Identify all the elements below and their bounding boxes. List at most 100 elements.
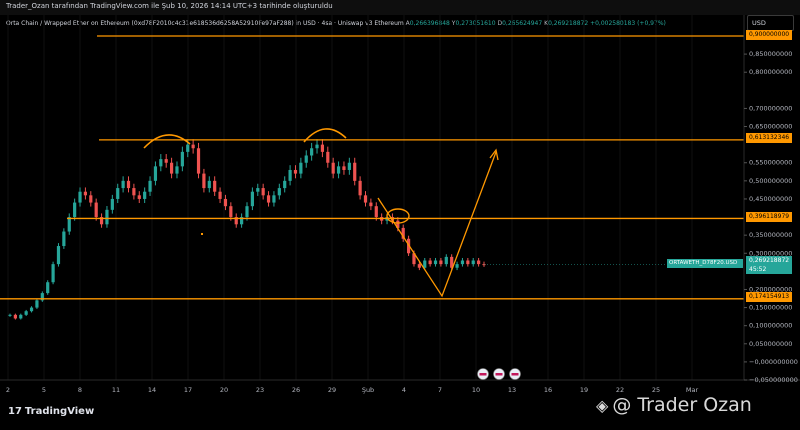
event-markers[interactable] bbox=[477, 368, 521, 380]
time-label: 26 bbox=[292, 386, 300, 394]
candle-body bbox=[83, 191, 88, 196]
projection-path bbox=[377, 151, 497, 298]
time-axis[interactable]: 2 5 8 11 14 17 20 23 26 29 Şub 4 7 10 13 16 19 22 25 Mar bbox=[6, 386, 699, 394]
candle-body bbox=[202, 173, 206, 189]
marker-dot bbox=[201, 233, 203, 235]
candle-body bbox=[245, 206, 249, 218]
time-label: 11 bbox=[112, 386, 120, 394]
level-tag-support: 0,174154913 bbox=[746, 292, 792, 302]
event-flag-icon bbox=[511, 373, 519, 376]
candle-body bbox=[433, 260, 438, 265]
candle-body bbox=[272, 195, 276, 203]
candle-body bbox=[126, 180, 131, 189]
time-label: 4 bbox=[402, 386, 406, 394]
watermark-text: @ Trader Ozan bbox=[612, 394, 752, 416]
candle-body bbox=[46, 282, 50, 294]
level-tag-top: 0,900000000 bbox=[746, 30, 792, 40]
candle-body bbox=[315, 144, 319, 149]
candle-body bbox=[24, 311, 28, 315]
price-label: 0,150000000 bbox=[749, 304, 792, 312]
symbol-price-tag: ORTAWETH_D78F20.USD bbox=[667, 259, 743, 268]
level-tag-middle: 0,396118979 bbox=[746, 212, 792, 222]
candle-body bbox=[229, 206, 233, 218]
candle-body bbox=[331, 162, 335, 174]
candle-body bbox=[8, 314, 12, 316]
candle-body bbox=[143, 191, 147, 199]
candle-body bbox=[73, 202, 77, 218]
candle-body bbox=[347, 162, 351, 170]
candle-body bbox=[250, 191, 254, 207]
price-label: 0,800000000 bbox=[749, 68, 792, 76]
candle-body bbox=[277, 188, 281, 196]
candle-body bbox=[35, 300, 39, 308]
candle-body bbox=[78, 191, 82, 203]
candle-body bbox=[261, 188, 265, 196]
candle-body bbox=[455, 264, 459, 268]
current-price-tag: 0,269218872 45:52 bbox=[746, 256, 792, 274]
drawings-layer[interactable] bbox=[0, 35, 744, 300]
candle-body bbox=[336, 166, 341, 174]
tradingview-logo[interactable]: 17 TradingView bbox=[8, 406, 94, 417]
price-chart[interactable]: 0,850000000 0,800000000 0,700000000 0,65000… bbox=[0, 0, 800, 430]
candle-body bbox=[417, 264, 421, 268]
candle-body bbox=[218, 191, 222, 199]
candle-body bbox=[207, 180, 211, 189]
candle-body bbox=[477, 260, 481, 265]
candle-body bbox=[196, 148, 201, 174]
candle-body bbox=[266, 195, 271, 203]
level-tag-resistance: 0,613132346 bbox=[746, 133, 792, 143]
time-label: 2 bbox=[6, 386, 10, 394]
current-price: 0,269218872 bbox=[749, 257, 790, 264]
price-label: 0,500000000 bbox=[749, 177, 792, 185]
price-label: 0,050000000 bbox=[749, 340, 792, 348]
candle-body bbox=[94, 202, 98, 218]
candle-body bbox=[283, 180, 287, 189]
tradingview-logo-text: TradingView bbox=[24, 406, 95, 417]
binance-logo-icon: ◈ bbox=[596, 396, 609, 415]
time-label: 13 bbox=[508, 386, 516, 394]
author-watermark: ◈ @ Trader Ozan bbox=[596, 394, 752, 416]
candle-body bbox=[299, 162, 303, 174]
candle-body bbox=[29, 307, 34, 312]
candle-body bbox=[137, 195, 141, 199]
candle-body bbox=[121, 180, 125, 189]
candle-body bbox=[62, 231, 66, 247]
candle-body bbox=[19, 314, 23, 319]
time-label: Şub bbox=[362, 386, 374, 394]
candle-body bbox=[56, 246, 61, 265]
candle-body bbox=[153, 166, 158, 181]
price-label: −0,000000000 bbox=[749, 358, 798, 366]
candle-body bbox=[51, 264, 55, 283]
candle-body bbox=[423, 260, 427, 268]
time-label: 14 bbox=[148, 386, 156, 394]
candle-body bbox=[256, 188, 260, 192]
time-label: 29 bbox=[328, 386, 336, 394]
candle-body bbox=[358, 180, 362, 196]
time-label: 17 bbox=[184, 386, 192, 394]
price-label: 0,850000000 bbox=[749, 50, 792, 58]
chart-grid bbox=[7, 15, 693, 380]
candle-body bbox=[13, 314, 17, 319]
price-label: 0,650000000 bbox=[749, 123, 792, 131]
time-label: 19 bbox=[580, 386, 588, 394]
time-label: 22 bbox=[616, 386, 624, 394]
candle-body bbox=[363, 195, 368, 203]
candle-body bbox=[304, 155, 308, 163]
time-label: 16 bbox=[544, 386, 552, 394]
candle-body bbox=[105, 209, 109, 225]
tradingview-mark-icon: 17 bbox=[8, 406, 22, 417]
time-label: 8 bbox=[78, 386, 82, 394]
time-label: 5 bbox=[42, 386, 46, 394]
candle-body bbox=[460, 260, 465, 265]
candle-body bbox=[439, 260, 443, 265]
time-label: 25 bbox=[652, 386, 660, 394]
candle-body bbox=[132, 188, 136, 196]
candle-body bbox=[110, 198, 114, 210]
candle-body bbox=[175, 166, 179, 174]
event-flag-icon bbox=[479, 373, 487, 376]
time-label: 23 bbox=[256, 386, 264, 394]
candle-body bbox=[374, 206, 378, 218]
price-label: 0,700000000 bbox=[749, 104, 792, 112]
candle-body bbox=[353, 162, 357, 181]
candle-body bbox=[320, 144, 325, 152]
